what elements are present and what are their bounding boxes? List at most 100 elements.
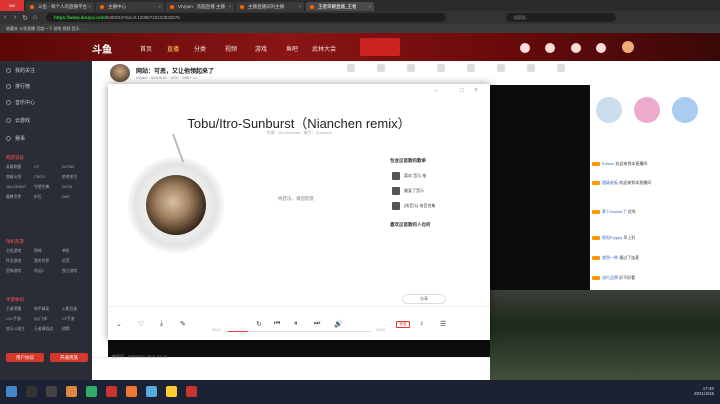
- category-link[interactable]: DOTA: [62, 185, 90, 190]
- category-link[interactable]: 火影忍者: [62, 307, 90, 312]
- category-link[interactable]: 绝地求生: [62, 175, 90, 180]
- category-link[interactable]: 守望先锋: [34, 185, 62, 190]
- chat-user[interactable]: 欧阳Fryppy: [602, 235, 622, 240]
- category-link[interactable]: CSGO: [34, 175, 62, 180]
- pause-icon[interactable]: ⏸: [294, 320, 298, 328]
- close-icon[interactable]: ×: [228, 2, 231, 11]
- category-link[interactable]: 主机游戏: [6, 249, 34, 254]
- broadcast-icon[interactable]: [570, 43, 581, 53]
- playlist-item[interactable]: 喜欢 音乐 推: [392, 172, 426, 180]
- category-link[interactable]: 棋牌: [62, 327, 90, 332]
- close-icon[interactable]: ×: [88, 2, 91, 11]
- chat-user[interactable]: Edison: [602, 161, 614, 166]
- url-field[interactable]: https://www.douyu.com/5280010?rid=0.1208…: [46, 13, 446, 22]
- nav-video[interactable]: 视频: [225, 44, 237, 53]
- category-link[interactable]: 英雄联盟: [6, 165, 34, 170]
- sidebar-item-rank[interactable]: 排行榜: [6, 83, 30, 90]
- category-link[interactable]: 单机: [62, 249, 90, 254]
- tool-button[interactable]: [520, 64, 542, 74]
- category-link[interactable]: 魔兽世界: [6, 195, 34, 200]
- nav-live[interactable]: 直播: [167, 44, 179, 53]
- sidebar-item-esports[interactable]: 赛事: [6, 135, 25, 142]
- volume-icon[interactable]: 🔊: [334, 320, 343, 328]
- home-icon[interactable]: ⌂: [30, 14, 40, 21]
- playlist-item[interactable]: 最爱了音乐: [392, 187, 424, 195]
- refresh-icon[interactable]: ↻: [20, 14, 30, 22]
- chat-user[interactable]: 超级老板: [602, 180, 618, 185]
- close-icon[interactable]: ×: [298, 2, 301, 11]
- forward-icon[interactable]: ›: [10, 14, 20, 21]
- maximize-icon[interactable]: □: [460, 88, 464, 94]
- taskview-icon[interactable]: [46, 386, 57, 397]
- category-link[interactable]: CF: [34, 165, 62, 170]
- category-link[interactable]: QQ飞车: [34, 317, 62, 322]
- browser-icon[interactable]: [106, 386, 117, 397]
- category-link[interactable]: 命运2: [34, 269, 62, 274]
- chat-user[interactable]: 萝卜Double了: [602, 209, 627, 214]
- tool-button[interactable]: [460, 64, 482, 74]
- site-logo[interactable]: 斗鱼: [92, 41, 112, 56]
- event-banner[interactable]: [360, 38, 400, 56]
- start-icon[interactable]: [6, 386, 17, 397]
- prev-icon[interactable]: ⏮: [274, 320, 280, 328]
- music-app-icon[interactable]: [186, 386, 197, 397]
- tool-button[interactable]: [370, 64, 392, 74]
- playlist-item[interactable]: [纯音乐] 电音合集: [392, 202, 435, 210]
- sidebar-item-follow[interactable]: 我的关注: [6, 67, 35, 74]
- minimize-icon[interactable]: –: [434, 88, 437, 94]
- close-icon[interactable]: ×: [474, 87, 478, 94]
- category-link[interactable]: VALORANT: [6, 185, 34, 190]
- next-icon[interactable]: ⏭: [314, 320, 320, 328]
- progress-track[interactable]: [228, 331, 372, 332]
- user-agreement-button[interactable]: 用户协议: [6, 353, 44, 362]
- tool-button[interactable]: [400, 64, 422, 74]
- category-link[interactable]: 我的世界: [34, 259, 62, 264]
- share-button[interactable]: 分享: [402, 294, 446, 304]
- chat-user[interactable]: 流行品牌: [602, 275, 618, 280]
- avatar[interactable]: [634, 97, 660, 123]
- category-link[interactable]: 饥荒: [62, 259, 90, 264]
- tab[interactable]: 主播中心 ×: [96, 2, 164, 11]
- open-noble-button[interactable]: 开通贵族: [50, 353, 88, 362]
- category-link[interactable]: 独立游戏: [62, 269, 90, 274]
- tool-button[interactable]: [550, 64, 572, 74]
- category-link[interactable]: 恐怖游戏: [6, 269, 34, 274]
- close-icon[interactable]: ×: [368, 2, 371, 11]
- category-link[interactable]: 王者荣耀: [6, 307, 34, 312]
- app-icon[interactable]: [166, 386, 177, 397]
- category-link[interactable]: 穿越火线: [6, 175, 34, 180]
- search-icon[interactable]: [26, 386, 37, 397]
- category-link[interactable]: 王者模拟战: [34, 327, 62, 332]
- category-link[interactable]: 欢乐斗地主: [6, 327, 34, 332]
- collapse-icon[interactable]: ⌄: [116, 320, 122, 328]
- tab[interactable]: 斗鱼 - 每个人的直播平台 ×: [26, 2, 94, 11]
- avatar[interactable]: [672, 97, 698, 123]
- tool-button[interactable]: [490, 64, 512, 74]
- tab-active[interactable]: 王者荣耀直播_王者 ×: [306, 2, 374, 11]
- category-link[interactable]: 炉石: [34, 195, 62, 200]
- sidebar-item-cloudgame[interactable]: 云游戏: [6, 117, 30, 124]
- category-link[interactable]: 和平精英: [34, 307, 62, 312]
- clock[interactable]: 17:40 2021/3/16: [694, 386, 714, 396]
- browser-logo-icon[interactable]: 360: [0, 0, 24, 11]
- tab[interactable]: 主播直播间的主播 ×: [236, 2, 304, 11]
- history-icon[interactable]: [520, 43, 530, 53]
- search-input[interactable]: 搜索框: [506, 13, 616, 22]
- nav-home[interactable]: 首页: [140, 44, 152, 53]
- sidebar-item-music[interactable]: 音乐中心: [6, 99, 35, 106]
- nav-game[interactable]: 游戏: [255, 44, 267, 53]
- nav-fishbar[interactable]: 鱼吧: [286, 44, 298, 53]
- effect-icon[interactable]: ♪: [420, 320, 424, 327]
- category-link[interactable]: LOL手游: [6, 317, 34, 322]
- tab[interactable]: VIVpen · 洗脑直播 主播 ×: [166, 2, 234, 11]
- tool-button[interactable]: [340, 64, 362, 74]
- follow-icon[interactable]: [545, 43, 556, 53]
- back-icon[interactable]: ‹: [0, 14, 10, 21]
- category-link[interactable]: DNF: [62, 195, 90, 200]
- tool-button[interactable]: [430, 64, 452, 74]
- playlist-icon[interactable]: ☰: [440, 320, 446, 328]
- category-link[interactable]: CF手游: [62, 317, 90, 322]
- app-icon[interactable]: [126, 386, 137, 397]
- nav-wulin[interactable]: 武林大会: [312, 44, 336, 53]
- comment-icon[interactable]: ✎: [180, 320, 186, 328]
